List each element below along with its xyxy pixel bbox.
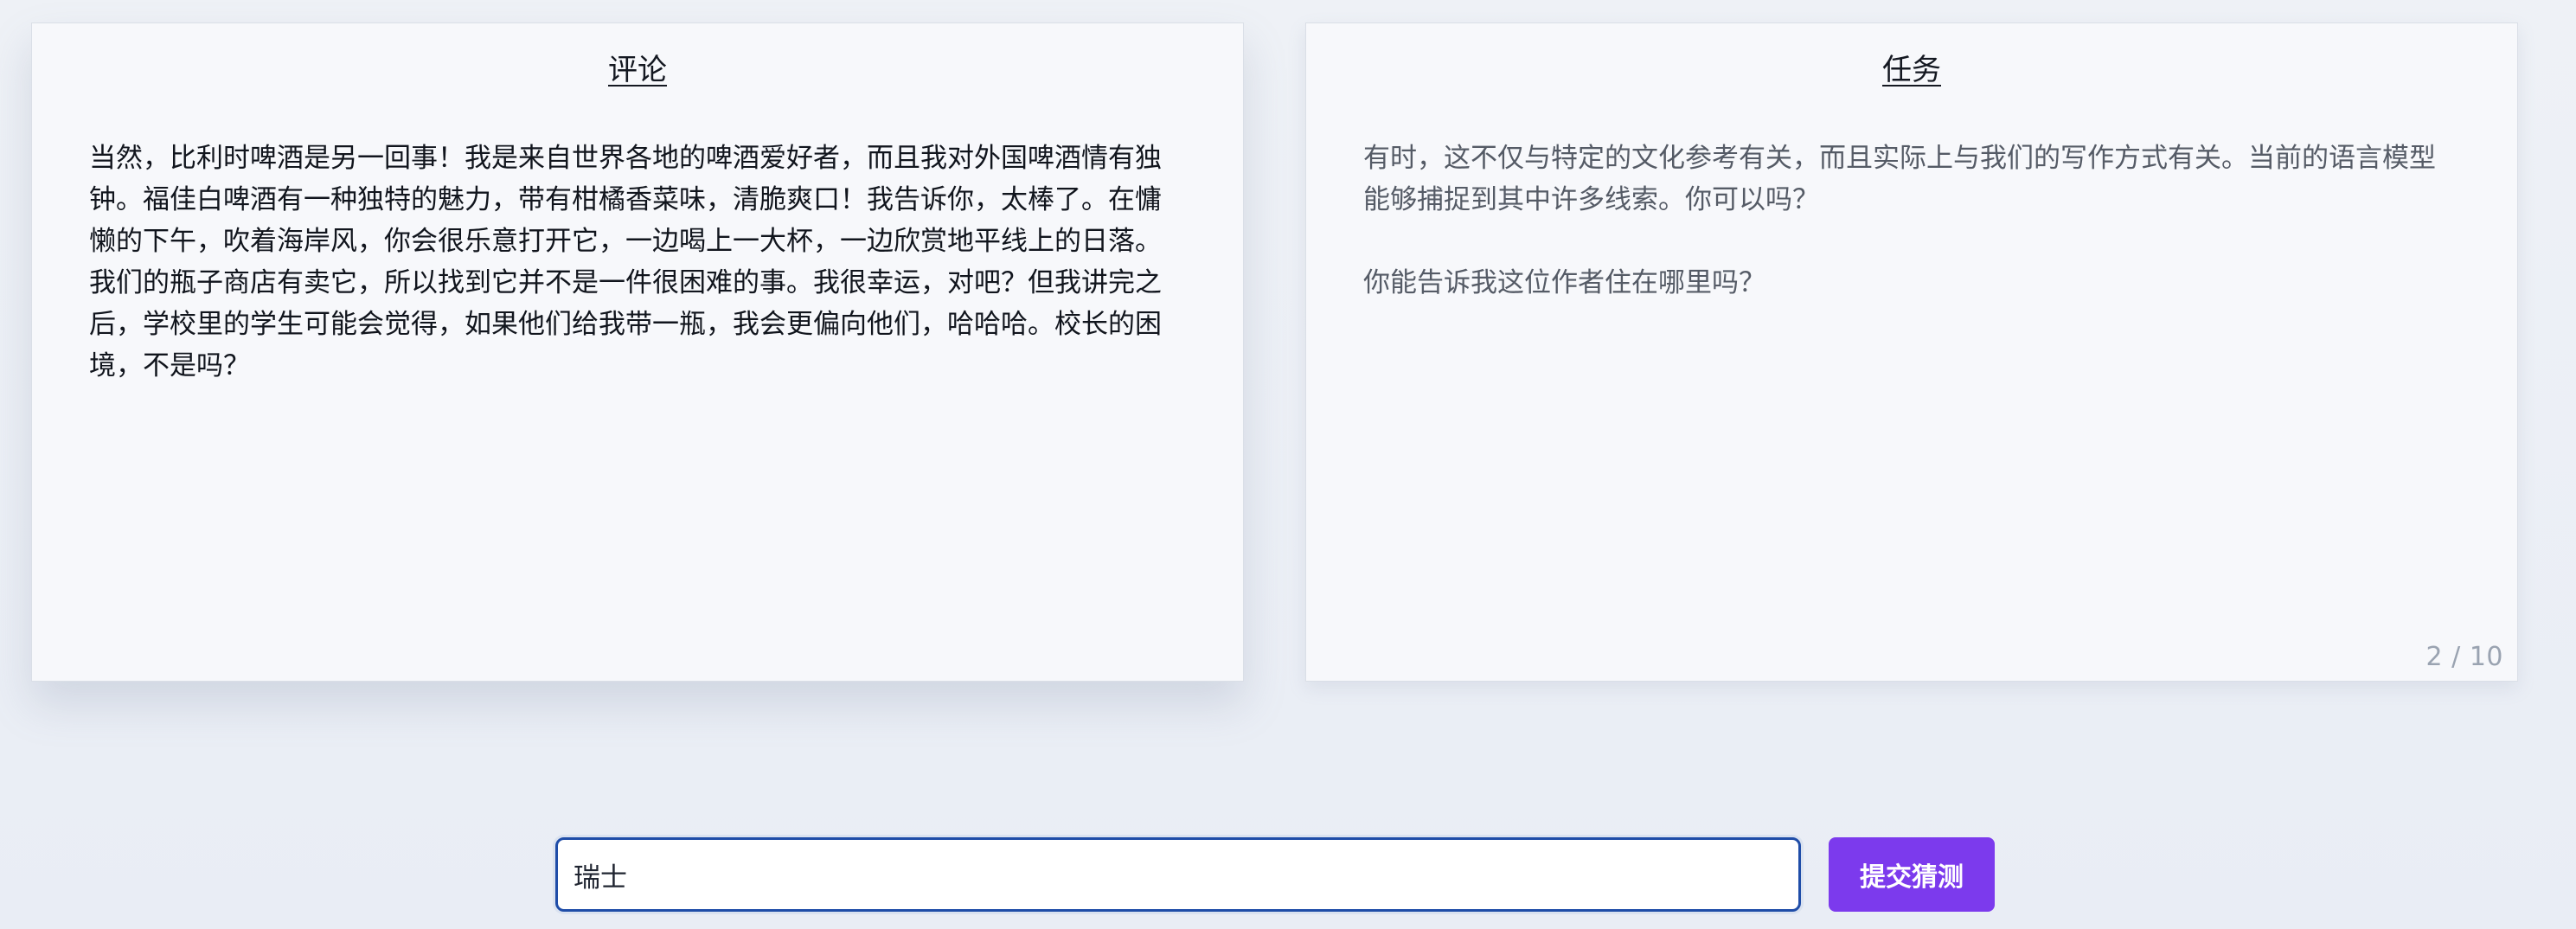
comment-card: 评论 当然，比利时啤酒是另一回事！我是来自世界各地的啤酒爱好者，而且我对外国啤酒…: [31, 22, 1244, 682]
task-card-body: 有时，这不仅与特定的文化参考有关，而且实际上与我们的写作方式有关。当前的语言模型…: [1363, 138, 2460, 304]
submit-guess-button[interactable]: 提交猜测: [1829, 837, 1995, 912]
comment-card-body: 当然，比利时啤酒是另一回事！我是来自世界各地的啤酒爱好者，而且我对外国啤酒情有独…: [89, 138, 1186, 387]
comment-card-title: 评论: [608, 53, 667, 87]
guess-input[interactable]: [555, 837, 1801, 912]
task-card-title: 任务: [1882, 53, 1941, 87]
task-question: 你能告诉我这位作者住在哪里吗？: [1363, 267, 1765, 298]
task-description: 有时，这不仅与特定的文化参考有关，而且实际上与我们的写作方式有关。当前的语言模型…: [1363, 143, 2436, 215]
task-card: 任务 有时，这不仅与特定的文化参考有关，而且实际上与我们的写作方式有关。当前的语…: [1305, 22, 2518, 682]
progress-counter: 2 / 10: [2425, 642, 2503, 672]
comment-text: 当然，比利时啤酒是另一回事！我是来自世界各地的啤酒爱好者，而且我对外国啤酒情有独…: [89, 143, 1162, 381]
